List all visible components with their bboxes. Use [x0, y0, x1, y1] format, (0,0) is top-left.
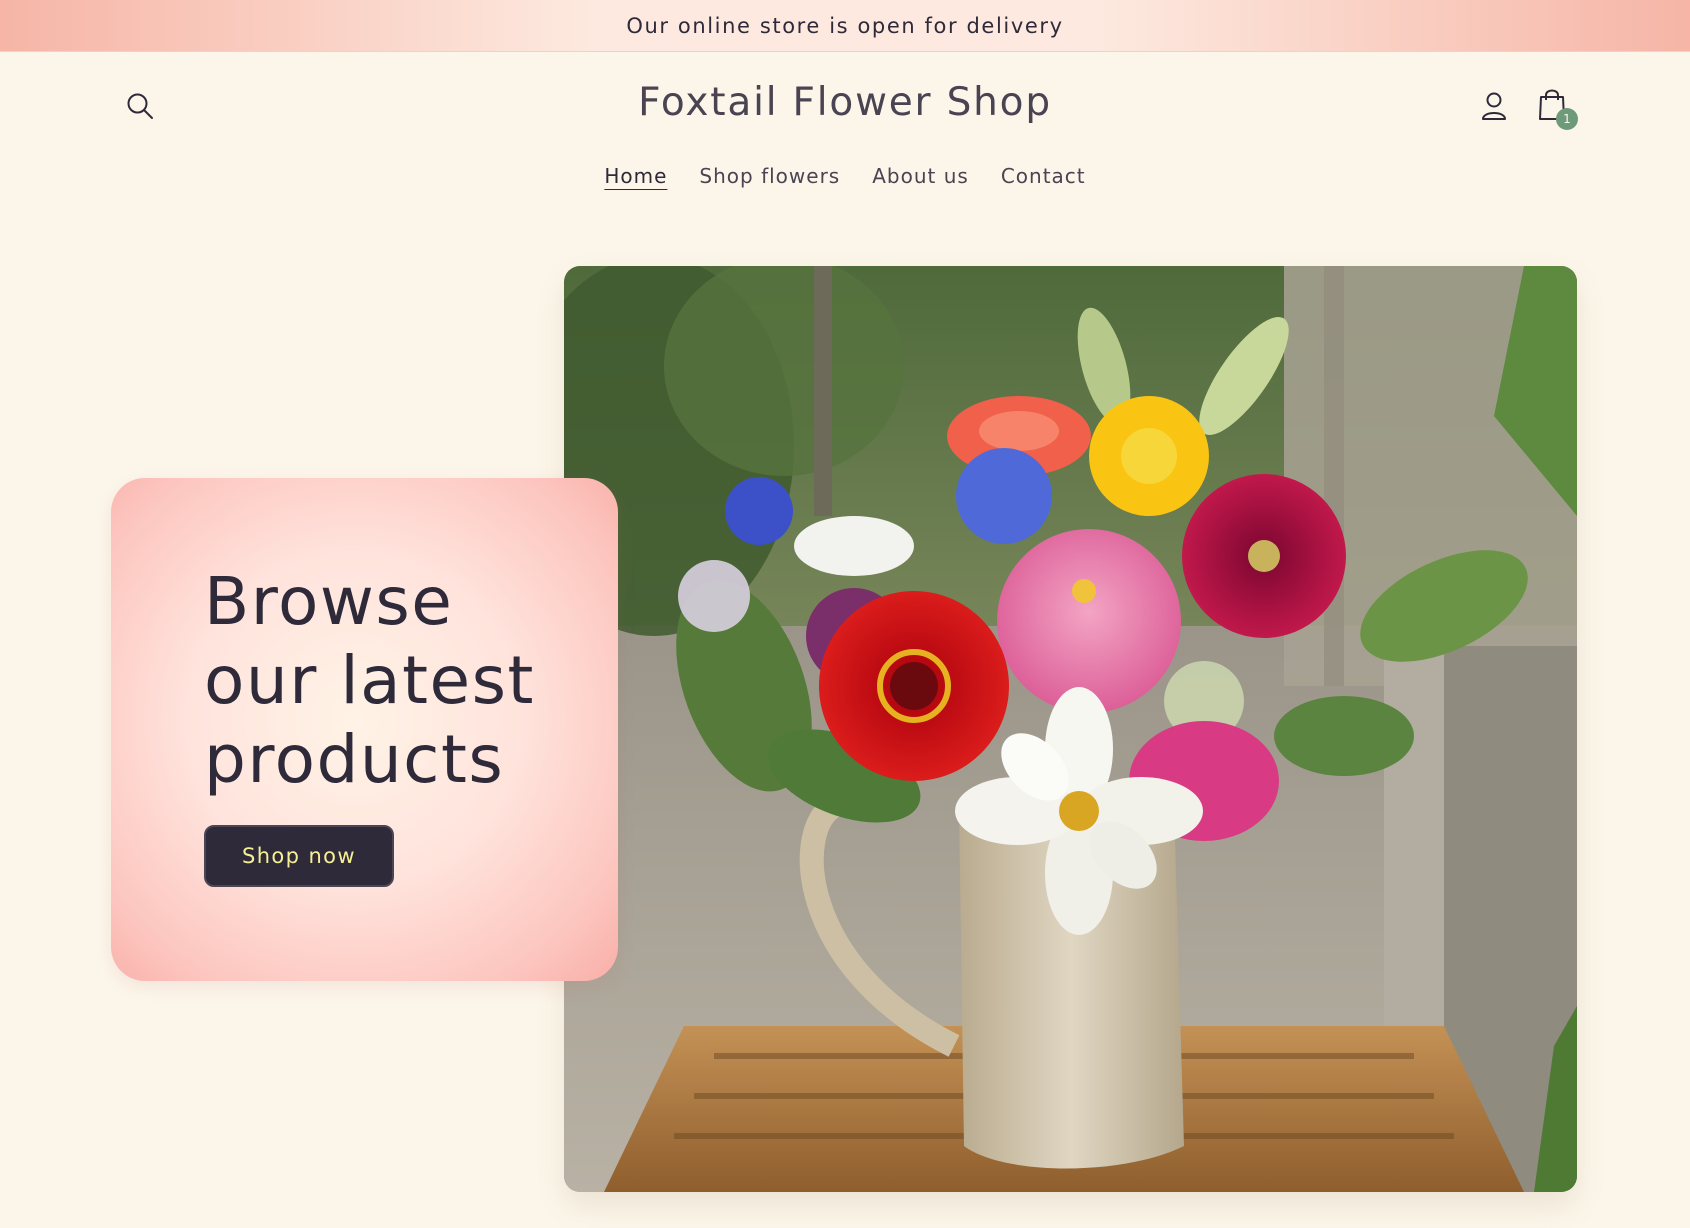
- hero-text-card: Browse our latest products Shop now: [111, 478, 618, 981]
- account-icon: [1480, 91, 1508, 125]
- nav-item-shop-flowers[interactable]: Shop flowers: [699, 164, 840, 188]
- announcement-bar: Our online store is open for delivery: [0, 0, 1690, 52]
- hero-image: [564, 266, 1577, 1192]
- hero-heading-line: our latest: [204, 642, 535, 719]
- account-button[interactable]: [1472, 86, 1516, 130]
- shop-now-button[interactable]: Shop now: [204, 825, 394, 887]
- nav-item-contact[interactable]: Contact: [1001, 164, 1086, 188]
- main-nav: Home Shop flowers About us Contact: [0, 164, 1690, 188]
- nav-item-about-us[interactable]: About us: [872, 164, 969, 188]
- hero-heading: Browse our latest products: [204, 562, 594, 799]
- bouquet-illustration: [564, 266, 1577, 1192]
- cart-button[interactable]: 1: [1530, 84, 1578, 130]
- hero-heading-line: Browse: [204, 563, 454, 640]
- site-header: Foxtail Flower Shop 1 Home Shop flowers …: [0, 52, 1690, 212]
- shop-title[interactable]: Foxtail Flower Shop: [0, 80, 1690, 125]
- cart-count-badge: 1: [1556, 108, 1578, 130]
- hero-heading-line: products: [204, 721, 505, 798]
- announcement-text: Our online store is open for delivery: [626, 13, 1064, 38]
- nav-item-home[interactable]: Home: [604, 164, 667, 188]
